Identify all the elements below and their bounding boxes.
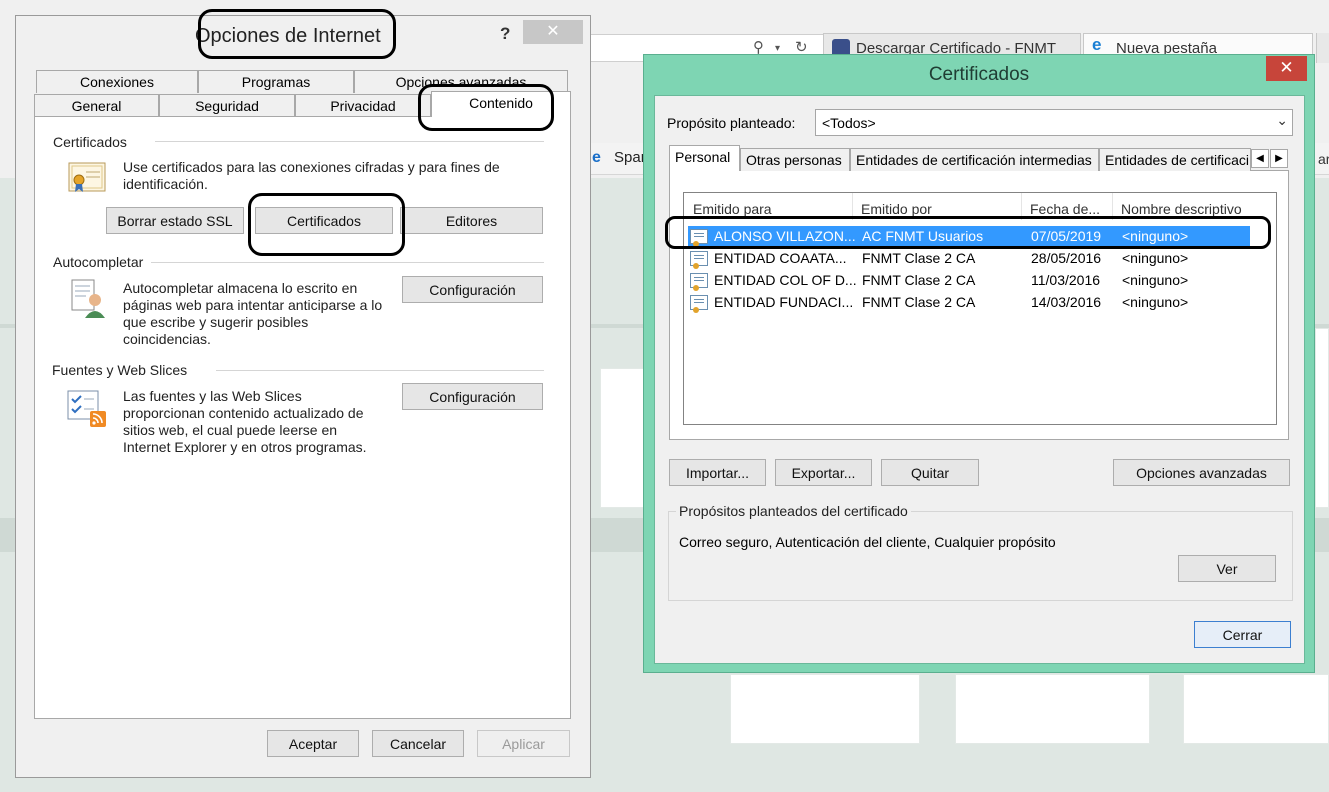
feeds-description: Las fuentes y las Web Slices proporciona… xyxy=(123,388,367,455)
certificate-icon xyxy=(690,251,708,269)
cell-date: 11/03/2016 xyxy=(1031,272,1101,288)
tab-conexiones[interactable]: Conexiones xyxy=(36,70,198,93)
table-row[interactable]: ENTIDAD FUNDACI... FNMT Clase 2 CA 14/03… xyxy=(688,292,1250,314)
favorites-item[interactable]: e Spar xyxy=(592,149,646,166)
autocomplete-group-title: Autocompletar xyxy=(53,254,152,270)
close-dialog-button[interactable]: Cerrar xyxy=(1194,621,1291,648)
page-tile[interactable] xyxy=(1315,328,1329,508)
feeds-group-title: Fuentes y Web Slices xyxy=(52,362,196,378)
highlight-circle xyxy=(418,84,554,131)
cell-issued-to: ENTIDAD COAATA... xyxy=(714,250,847,266)
dropdown-icon[interactable]: ▾ xyxy=(775,43,780,54)
cell-friendly-name: <ninguno> xyxy=(1122,294,1189,310)
chevron-down-icon: ⌄ xyxy=(1276,112,1288,128)
tab-seguridad[interactable]: Seguridad xyxy=(159,94,295,117)
table-row[interactable]: ENTIDAD COL OF D... FNMT Clase 2 CA 11/0… xyxy=(688,270,1250,292)
certificate-purposes-title: Propósitos planteados del certificado xyxy=(676,503,911,519)
export-button[interactable]: Exportar... xyxy=(775,459,872,486)
cell-date: 28/05/2016 xyxy=(1031,250,1102,266)
cancel-button[interactable]: Cancelar xyxy=(372,730,464,757)
ie-logo-icon: e xyxy=(1092,35,1102,54)
page-tile[interactable] xyxy=(730,674,920,744)
cell-issued-to: ENTIDAD COL OF D... xyxy=(714,272,856,288)
purpose-label: Propósito planteado: xyxy=(667,115,796,131)
tab-entidades-intermedias[interactable]: Entidades de certificación intermedias xyxy=(850,148,1099,171)
tab-privacidad[interactable]: Privacidad xyxy=(295,94,431,117)
accept-button[interactable]: Aceptar xyxy=(267,730,359,757)
close-button[interactable]: ✕ xyxy=(1266,56,1307,81)
new-tab-button[interactable] xyxy=(1316,33,1329,63)
purpose-select[interactable]: <Todos> ⌄ xyxy=(815,109,1293,136)
autocomplete-settings-button[interactable]: Configuración xyxy=(402,276,543,303)
cell-issued-by: FNMT Clase 2 CA xyxy=(862,272,976,288)
tab-entidades-raiz[interactable]: Entidades de certificaci xyxy=(1099,148,1251,171)
certificate-purposes-value: Correo seguro, Autenticación del cliente… xyxy=(679,534,1056,550)
favorites-item-partial[interactable]: ari xyxy=(1318,151,1329,167)
tab-scroll-right-icon[interactable]: ▶ xyxy=(1270,149,1288,168)
page-tile[interactable] xyxy=(955,674,1150,744)
autocomplete-description: Autocompletar almacena lo escrito en pág… xyxy=(123,280,383,347)
page-tile[interactable] xyxy=(1183,674,1329,744)
import-button[interactable]: Importar... xyxy=(669,459,766,486)
group-divider xyxy=(150,262,544,263)
feeds-icon xyxy=(66,389,110,429)
highlight-circle xyxy=(248,193,405,256)
dialog-title: Certificados xyxy=(928,64,1030,85)
tab-programas[interactable]: Programas xyxy=(198,70,354,93)
certificates-group-title: Certificados xyxy=(53,134,135,150)
tab-scroll-left-icon[interactable]: ◀ xyxy=(1251,149,1269,168)
autocomplete-icon xyxy=(70,278,108,320)
table-row[interactable]: ENTIDAD COAATA... FNMT Clase 2 CA 28/05/… xyxy=(688,248,1250,270)
cell-friendly-name: <ninguno> xyxy=(1122,250,1189,266)
cell-date: 14/03/2016 xyxy=(1031,294,1102,310)
cell-issued-by: FNMT Clase 2 CA xyxy=(862,294,976,310)
cell-issued-to: ENTIDAD FUNDACI... xyxy=(714,294,854,310)
view-button[interactable]: Ver xyxy=(1178,555,1276,582)
remove-button[interactable]: Quitar xyxy=(881,459,979,486)
certificate-icon xyxy=(690,295,708,313)
highlight-circle xyxy=(198,9,396,59)
advanced-options-button[interactable]: Opciones avanzadas xyxy=(1113,459,1290,486)
group-divider xyxy=(216,370,544,371)
help-button[interactable]: ? xyxy=(500,24,510,44)
purpose-selected-value: <Todos> xyxy=(822,115,876,131)
tab-general[interactable]: General xyxy=(34,94,159,117)
ie-logo-icon: e xyxy=(592,149,601,166)
tab-personal[interactable]: Personal xyxy=(669,145,740,171)
certificate-icon xyxy=(68,162,106,194)
publishers-button[interactable]: Editores xyxy=(400,207,543,234)
apply-button[interactable]: Aplicar xyxy=(477,730,570,757)
favorites-item-label: Spar xyxy=(614,149,646,166)
cell-issued-by: FNMT Clase 2 CA xyxy=(862,250,976,266)
highlight-circle xyxy=(665,216,1271,249)
close-button[interactable]: ✕ xyxy=(523,20,583,44)
group-divider xyxy=(155,141,544,142)
clear-ssl-state-button[interactable]: Borrar estado SSL xyxy=(106,207,244,234)
cell-friendly-name: <ninguno> xyxy=(1122,272,1189,288)
certificate-icon xyxy=(690,273,708,291)
certificates-description: Use certificados para las conexiones cif… xyxy=(123,159,500,192)
tab-otras-personas[interactable]: Otras personas xyxy=(740,148,850,171)
feeds-settings-button[interactable]: Configuración xyxy=(402,383,543,410)
